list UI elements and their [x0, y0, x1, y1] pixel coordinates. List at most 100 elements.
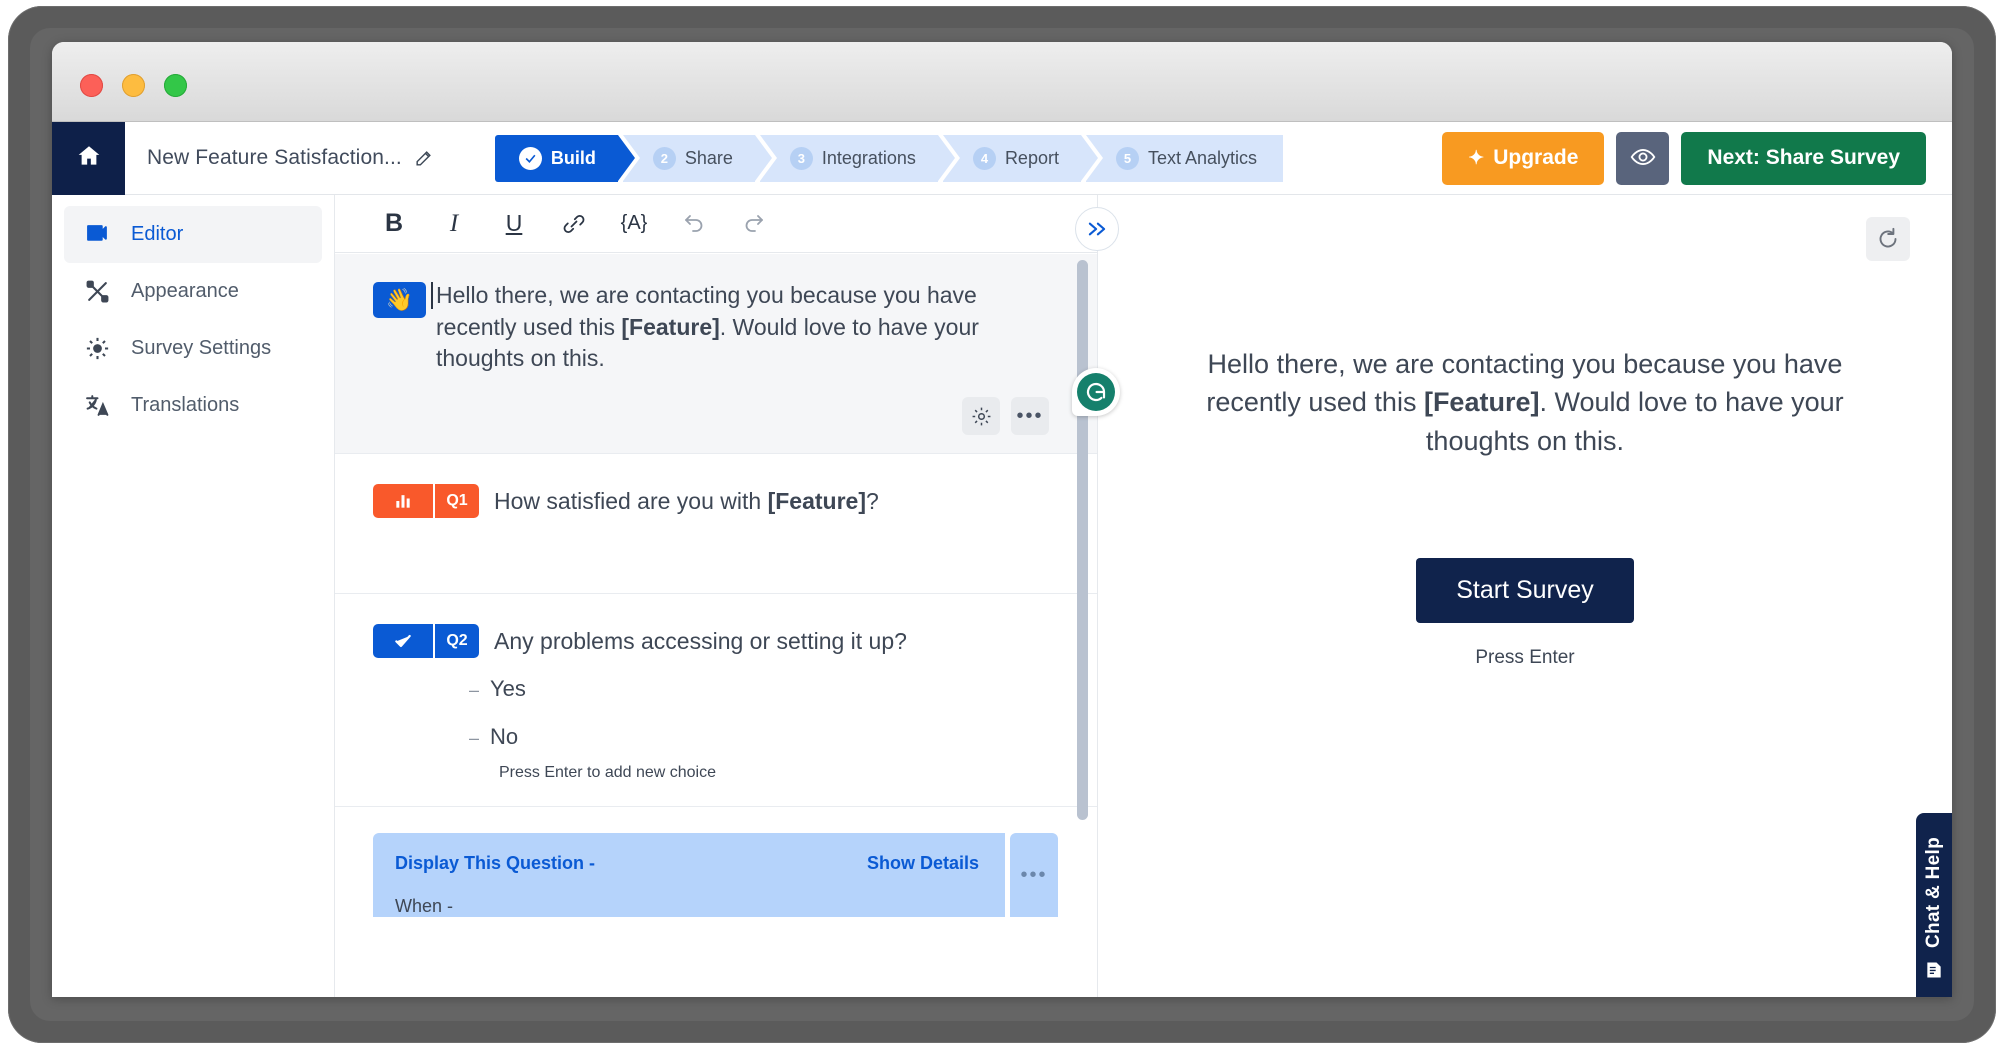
- sidebar-item-editor[interactable]: Editor: [64, 206, 322, 263]
- display-logic-when: When -: [395, 896, 454, 917]
- italic-button[interactable]: I: [440, 209, 468, 239]
- maximize-window-button[interactable]: [164, 74, 187, 97]
- chat-and-help-tab[interactable]: Chat & Help: [1916, 813, 1952, 997]
- question-type-checkmark-icon[interactable]: [373, 624, 433, 659]
- ellipsis-icon[interactable]: •••: [1011, 397, 1049, 436]
- gear-icon[interactable]: [962, 397, 1000, 436]
- refresh-icon[interactable]: [1866, 217, 1910, 261]
- pencil-icon[interactable]: [414, 149, 433, 168]
- question-text-q1[interactable]: How satisfied are you with [Feature]?: [494, 488, 879, 515]
- survey-title-area[interactable]: New Feature Satisfaction...: [147, 146, 433, 170]
- choice-label: Yes: [490, 676, 526, 702]
- sidebar-item-label: Translations: [131, 394, 240, 416]
- preview-text-feature: [Feature]: [1423, 387, 1540, 418]
- rich-text-toolbar: B I U {A}: [335, 195, 1097, 253]
- question-block-q1[interactable]: Q1 How satisfied are you with [Feature]?: [335, 454, 1097, 595]
- question-type-bar-chart-icon[interactable]: [373, 484, 433, 519]
- display-logic-more-button[interactable]: •••: [1010, 833, 1058, 918]
- welcome-text-feature: [Feature]: [621, 313, 720, 340]
- check-icon: [518, 146, 542, 170]
- choice-item[interactable]: – No: [469, 724, 1097, 750]
- display-logic-block: Display This Question - Show Details Whe…: [335, 807, 1097, 918]
- preview-button[interactable]: [1616, 131, 1670, 185]
- palette-brush-icon: [84, 278, 111, 305]
- q1-text-part1: How satisfied are you with: [494, 487, 768, 514]
- choice-hint: Press Enter to add new choice: [499, 764, 717, 782]
- welcome-text[interactable]: Hello there, we are contacting you becau…: [431, 280, 1006, 375]
- eye-icon: [1630, 144, 1656, 173]
- close-window-button[interactable]: [80, 74, 103, 97]
- press-enter-hint: Press Enter: [1475, 646, 1575, 668]
- q1-text-part2: ?: [865, 487, 879, 514]
- undo-icon[interactable]: [680, 209, 708, 239]
- traffic-lights: [80, 74, 187, 97]
- editor-icon: [84, 221, 111, 248]
- chat-and-help-label: Chat & Help: [1923, 837, 1944, 948]
- ellipsis-icon: •••: [1020, 864, 1048, 887]
- editor-scrollbar-thumb[interactable]: [1077, 260, 1088, 820]
- upgrade-button[interactable]: ✦ Upgrade: [1442, 131, 1605, 185]
- step-label: Build: [550, 147, 596, 168]
- app-header: New Feature Satisfaction... Build 2 Shar…: [52, 121, 1952, 195]
- step-report[interactable]: 4 Report: [942, 134, 1104, 182]
- display-logic-banner[interactable]: Display This Question - Show Details Whe…: [373, 833, 1005, 918]
- double-chevron-right-icon[interactable]: [1075, 207, 1119, 251]
- underline-button[interactable]: U: [500, 209, 528, 239]
- step-text-analytics[interactable]: 5 Text Analytics: [1085, 134, 1284, 182]
- choice-dash: –: [469, 680, 480, 701]
- piped-text-button[interactable]: {A}: [620, 209, 648, 239]
- editor-scrollbar[interactable]: [1077, 254, 1088, 997]
- step-integrations[interactable]: 3 Integrations: [759, 134, 961, 182]
- redo-icon[interactable]: [740, 209, 768, 239]
- step-label: Report: [1004, 147, 1059, 168]
- q2-text-part1: Any problems accessing or setting it up?: [494, 627, 907, 654]
- sidebar-item-label: Appearance: [131, 280, 239, 302]
- grammarly-icon[interactable]: [1072, 368, 1120, 416]
- minimize-window-button[interactable]: [122, 74, 145, 97]
- step-number: 3: [789, 146, 813, 170]
- choice-item[interactable]: – Yes: [469, 676, 1097, 702]
- step-share[interactable]: 2 Share: [622, 134, 777, 182]
- choice-dash: –: [469, 728, 480, 749]
- question-choices-q2: – Yes – No Press Enter to add new choice: [373, 676, 1097, 782]
- step-label: Text Analytics: [1147, 147, 1258, 168]
- translate-icon: [84, 392, 111, 419]
- bold-button[interactable]: B: [380, 209, 408, 239]
- sidebar: Editor Appearance Survey Settings Transl…: [52, 195, 335, 997]
- sparkle-icon: ✦: [1468, 147, 1485, 169]
- question-block-q2[interactable]: Q2 Any problems accessing or setting it …: [335, 594, 1097, 808]
- window-titlebar: [52, 42, 1952, 122]
- welcome-block[interactable]: 👋 Hello there, we are contacting you bec…: [335, 254, 1097, 455]
- sidebar-item-label: Editor: [131, 223, 184, 245]
- step-label: Share: [684, 147, 733, 168]
- next-share-survey-button[interactable]: Next: Share Survey: [1681, 131, 1926, 185]
- show-details-link[interactable]: Show Details: [867, 853, 979, 874]
- step-number: 5: [1115, 146, 1139, 170]
- sidebar-item-appearance[interactable]: Appearance: [64, 263, 322, 320]
- question-text-q2[interactable]: Any problems accessing or setting it up?: [494, 628, 907, 655]
- header-actions: ✦ Upgrade Next: Share Survey: [1442, 131, 1926, 185]
- question-number-q1[interactable]: Q1: [435, 484, 479, 519]
- step-number: 4: [972, 146, 996, 170]
- question-number-q2[interactable]: Q2: [435, 624, 479, 659]
- browser-window: New Feature Satisfaction... Build 2 Shar…: [52, 42, 1952, 997]
- wave-emoji-icon[interactable]: 👋: [373, 282, 426, 318]
- start-survey-button[interactable]: Start Survey: [1416, 557, 1634, 623]
- preview-content: Hello there, we are contacting you becau…: [1098, 345, 1952, 669]
- sidebar-item-survey-settings[interactable]: Survey Settings: [64, 320, 322, 377]
- step-label: Integrations: [821, 147, 916, 168]
- choice-label: No: [490, 724, 519, 750]
- sidebar-item-label: Survey Settings: [131, 337, 272, 359]
- q1-text-feature: [Feature]: [767, 487, 866, 514]
- preview-welcome-text: Hello there, we are contacting you becau…: [1185, 345, 1865, 460]
- survey-editor-panel: B I U {A} 👋 Hello there, we are contacti…: [335, 195, 1120, 997]
- welcome-block-actions: •••: [373, 397, 1097, 436]
- sidebar-item-translations[interactable]: Translations: [64, 377, 322, 434]
- home-button[interactable]: [52, 121, 125, 195]
- step-number: 2: [652, 146, 676, 170]
- survey-title: New Feature Satisfaction...: [147, 146, 402, 169]
- survey-preview-panel: Hello there, we are contacting you becau…: [1098, 195, 1952, 997]
- app-body: Editor Appearance Survey Settings Transl…: [52, 195, 1952, 997]
- step-build[interactable]: Build: [494, 134, 640, 182]
- link-icon[interactable]: [560, 209, 588, 239]
